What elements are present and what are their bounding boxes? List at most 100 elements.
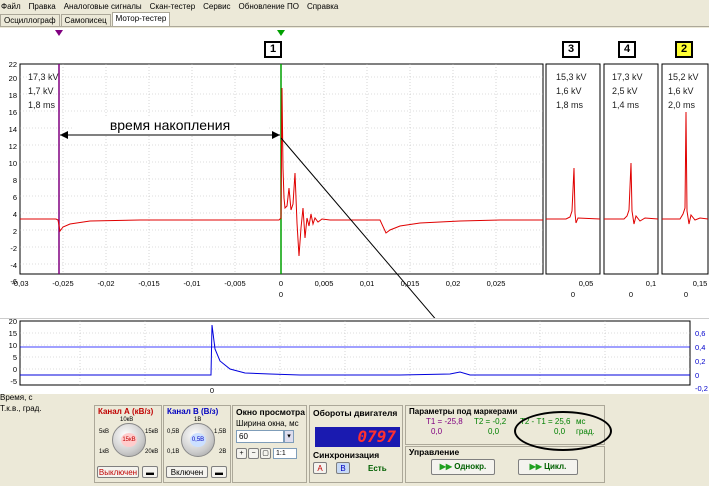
menu-update[interactable]: Обновление ПО	[236, 2, 304, 11]
burn-time: 1,4 ms	[612, 100, 640, 110]
view-window-panel: Окно просмотра Ширина окна, мс 60 ▾ + − …	[232, 405, 307, 483]
menu-file[interactable]: Файл	[0, 2, 26, 11]
scale-label: 1,5В	[214, 429, 227, 435]
scale-label: 0,1В	[167, 449, 180, 455]
lower-left-tick: -5	[10, 377, 17, 386]
page-icon[interactable]: ▢	[260, 448, 271, 459]
x-tick: 0,015	[401, 279, 420, 288]
x-tick: 0,025	[487, 279, 506, 288]
x-tick: 0	[279, 279, 283, 288]
channel-4-label[interactable]: 4	[618, 41, 636, 58]
highlight-oval	[514, 411, 612, 451]
marker-t2-deg: 0,0	[488, 427, 500, 436]
x-tick: 0,01	[360, 279, 375, 288]
lower-left-tick: 10	[9, 341, 17, 350]
x-tick: -0,02	[97, 279, 114, 288]
y-tick: 8	[13, 176, 17, 185]
lower-left-tick: 15	[9, 329, 17, 338]
waveform-area[interactable]: 22 20 18 16 14 12 10 8 6 4 2 0 -2 -4 -6 …	[0, 28, 709, 318]
tab-motor-tester[interactable]: Мотор-тестер	[111, 12, 171, 26]
sync-channel-a-button[interactable]: A	[313, 462, 327, 474]
tab-oscilloscope[interactable]: Осциллограф	[0, 14, 60, 26]
y-tick: 14	[9, 125, 17, 134]
channel-2-label[interactable]: 2	[675, 41, 693, 58]
x-tick: -0,01	[183, 279, 200, 288]
knob-value: 15кВ	[121, 433, 137, 447]
menu-bar: Файл Правка Аналоговые сигналы Скан-тест…	[0, 0, 709, 13]
kv-burn: 1,6 kV	[556, 86, 582, 96]
channel-b-panel: Канал В (В/з) 1В 0,5В 1,5В 0,1В 2В 0,5В …	[163, 405, 231, 483]
x-tick: -0,025	[52, 279, 73, 288]
tab-recorder[interactable]: Самописец	[60, 14, 111, 26]
wave-icon: ▬	[215, 468, 223, 477]
kv-peak: 15,2 kV	[668, 72, 699, 82]
burn-time: 1,8 ms	[28, 100, 56, 110]
chevron-down-icon[interactable]: ▾	[284, 430, 294, 443]
kv-burn: 1,6 kV	[668, 86, 694, 96]
window-width-input[interactable]: 60	[236, 430, 284, 443]
lower-right-tick: 0,2	[695, 357, 705, 366]
burn-time: 1,8 ms	[556, 100, 584, 110]
channel-1-label[interactable]: 1	[264, 41, 282, 58]
kv-peak: 17,3 kV	[28, 72, 59, 82]
lower-left-tick: 20	[9, 319, 17, 326]
menu-edit[interactable]: Правка	[26, 2, 61, 11]
x-tick: -0,03	[11, 279, 28, 288]
channel-a-settings-button[interactable]: ▬	[142, 466, 158, 478]
y-tick: 16	[9, 108, 17, 117]
menu-scan[interactable]: Скан-тестер	[147, 2, 200, 11]
zoom-out-icon[interactable]: −	[248, 448, 259, 459]
y-tick: -2	[10, 244, 17, 253]
control-title: Управление	[409, 447, 460, 457]
y-tick: -4	[10, 261, 17, 270]
cycle-label: Цикл.	[544, 462, 567, 471]
zoom-in-icon[interactable]: +	[236, 448, 247, 459]
channel-b-knob[interactable]: 0,5В	[181, 423, 215, 457]
single-shot-label: Однокр.	[454, 462, 487, 471]
x-tick: 0,02	[446, 279, 461, 288]
lower-right-tick: -0,2	[695, 384, 708, 393]
cycle-button[interactable]: ▶▶ Цикл.	[518, 459, 578, 475]
kv-burn: 1,7 kV	[28, 86, 54, 96]
y-tick: 20	[9, 74, 17, 83]
y-tick: 4	[13, 210, 17, 219]
play-icon: ▶▶	[529, 462, 545, 471]
kv-peak: 15,3 kV	[556, 72, 587, 82]
scale-label: 5кВ	[99, 429, 109, 435]
marker-t1-ms: Т1 = -25,8	[426, 417, 463, 426]
accumulation-time-annotation: время накопления	[72, 116, 268, 134]
channel-b-settings-button[interactable]: ▬	[211, 466, 227, 478]
kv-peak: 17,3 kV	[612, 72, 643, 82]
menu-help[interactable]: Справка	[304, 2, 343, 11]
sync-channel-b-button[interactable]: B	[336, 462, 350, 474]
lower-right-tick: 0	[695, 371, 699, 380]
scale-label: 1кВ	[99, 449, 109, 455]
rpm-display: 0797	[315, 427, 400, 447]
ratio-select[interactable]: 1:1	[273, 448, 297, 459]
scale-label: 2В	[219, 449, 227, 455]
y-tick: 12	[9, 142, 17, 151]
lower-plot-svg: 20 15 10 5 0 -5 0,6 0,4 0,2 0 -0,2 0	[9, 319, 708, 395]
menu-service[interactable]: Сервис	[200, 2, 235, 11]
x-tick: -0,015	[138, 279, 159, 288]
single-shot-button[interactable]: ▶▶ Однокр.	[431, 459, 495, 475]
angle-axis-label: Т.к.в., град.	[0, 404, 42, 413]
rpm-title: Обороты двигателя	[313, 408, 398, 418]
y-tick: 6	[13, 193, 17, 202]
lower-left-tick: 0	[13, 365, 17, 374]
channel-3-label[interactable]: 3	[562, 41, 580, 58]
lower-left-tick: 5	[13, 353, 17, 362]
channel-a-title: Канал А (кВ/з)	[98, 407, 154, 416]
sync-title: Синхронизация	[313, 450, 380, 460]
play-icon: ▶▶	[439, 462, 455, 471]
menu-analog[interactable]: Аналоговые сигналы	[61, 2, 147, 11]
lower-plot[interactable]: 20 15 10 5 0 -5 0,6 0,4 0,2 0 -0,2 0	[0, 318, 709, 395]
time-axis-label: Время, с	[0, 393, 33, 402]
wave-icon: ▬	[146, 468, 154, 477]
channel-a-off-button[interactable]: Выключен	[97, 466, 139, 478]
scale-label: 0,5В	[167, 429, 180, 435]
channel-a-knob[interactable]: 15кВ	[112, 423, 146, 457]
knob-value: 0,5В	[190, 433, 206, 447]
channel-a-panel: Канал А (кВ/з) 10кВ 5кВ 15кВ 1кВ 20кВ 15…	[94, 405, 162, 483]
channel-b-on-button[interactable]: Включен	[166, 466, 208, 478]
